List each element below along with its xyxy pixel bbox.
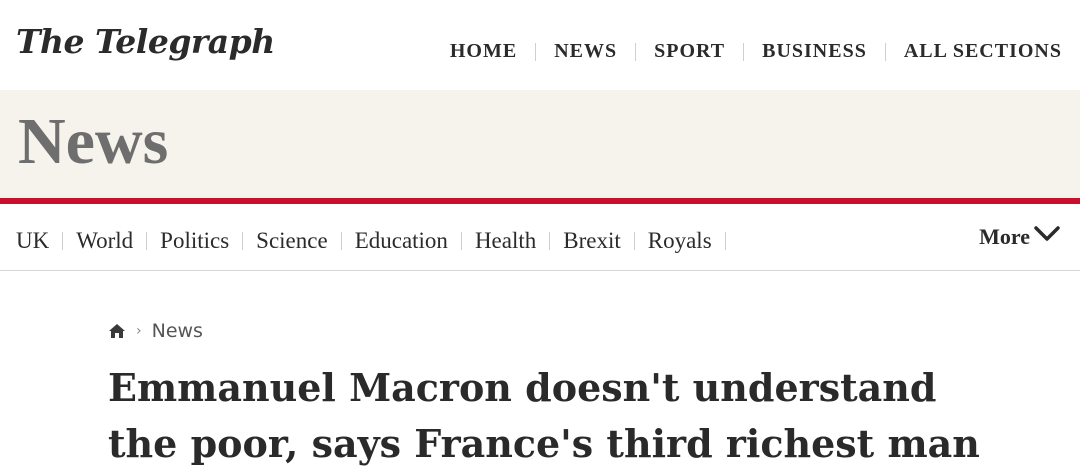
breadcrumb: › News: [108, 320, 203, 342]
main-nav-all-sections[interactable]: ALL SECTIONS: [886, 40, 1062, 63]
top-bar: The Telegraph HOME NEWS SPORT BUSINESS A…: [0, 0, 1080, 90]
sub-nav-divider: [724, 232, 726, 250]
main-nav-news[interactable]: NEWS: [536, 40, 635, 63]
sub-nav-education[interactable]: Education: [342, 228, 461, 254]
headline-line-2: the poor, says France's third richest ma…: [108, 421, 980, 466]
sub-nav-royals[interactable]: Royals: [635, 228, 725, 254]
more-label: More: [979, 224, 1030, 249]
sub-nav-science[interactable]: Science: [243, 228, 341, 254]
chevron-down-icon: [1034, 226, 1060, 241]
more-menu-button[interactable]: More: [979, 224, 1060, 250]
section-title[interactable]: News: [18, 104, 168, 180]
breadcrumb-current[interactable]: News: [152, 320, 203, 342]
sub-nav-politics[interactable]: Politics: [147, 228, 242, 254]
sub-nav-list: UK World Politics Science Education Heal…: [16, 228, 726, 254]
sub-nav-brexit[interactable]: Brexit: [550, 228, 634, 254]
sub-nav-world[interactable]: World: [63, 228, 146, 254]
telegraph-logo[interactable]: The Telegraph: [16, 22, 275, 61]
article-headline: Emmanuel Macron doesn't understand the p…: [108, 360, 1008, 472]
main-nav-sport[interactable]: SPORT: [636, 40, 743, 63]
main-nav-business[interactable]: BUSINESS: [744, 40, 885, 63]
main-nav-home[interactable]: HOME: [432, 40, 535, 63]
sub-nav-health[interactable]: Health: [462, 228, 549, 254]
sub-nav: UK World Politics Science Education Heal…: [0, 204, 1080, 271]
headline-line-1: Emmanuel Macron doesn't understand: [108, 365, 937, 410]
main-nav: HOME NEWS SPORT BUSINESS ALL SECTIONS: [432, 40, 1062, 63]
sub-nav-uk[interactable]: UK: [16, 228, 62, 254]
breadcrumb-separator: ›: [136, 323, 142, 339]
home-icon[interactable]: [108, 323, 126, 339]
